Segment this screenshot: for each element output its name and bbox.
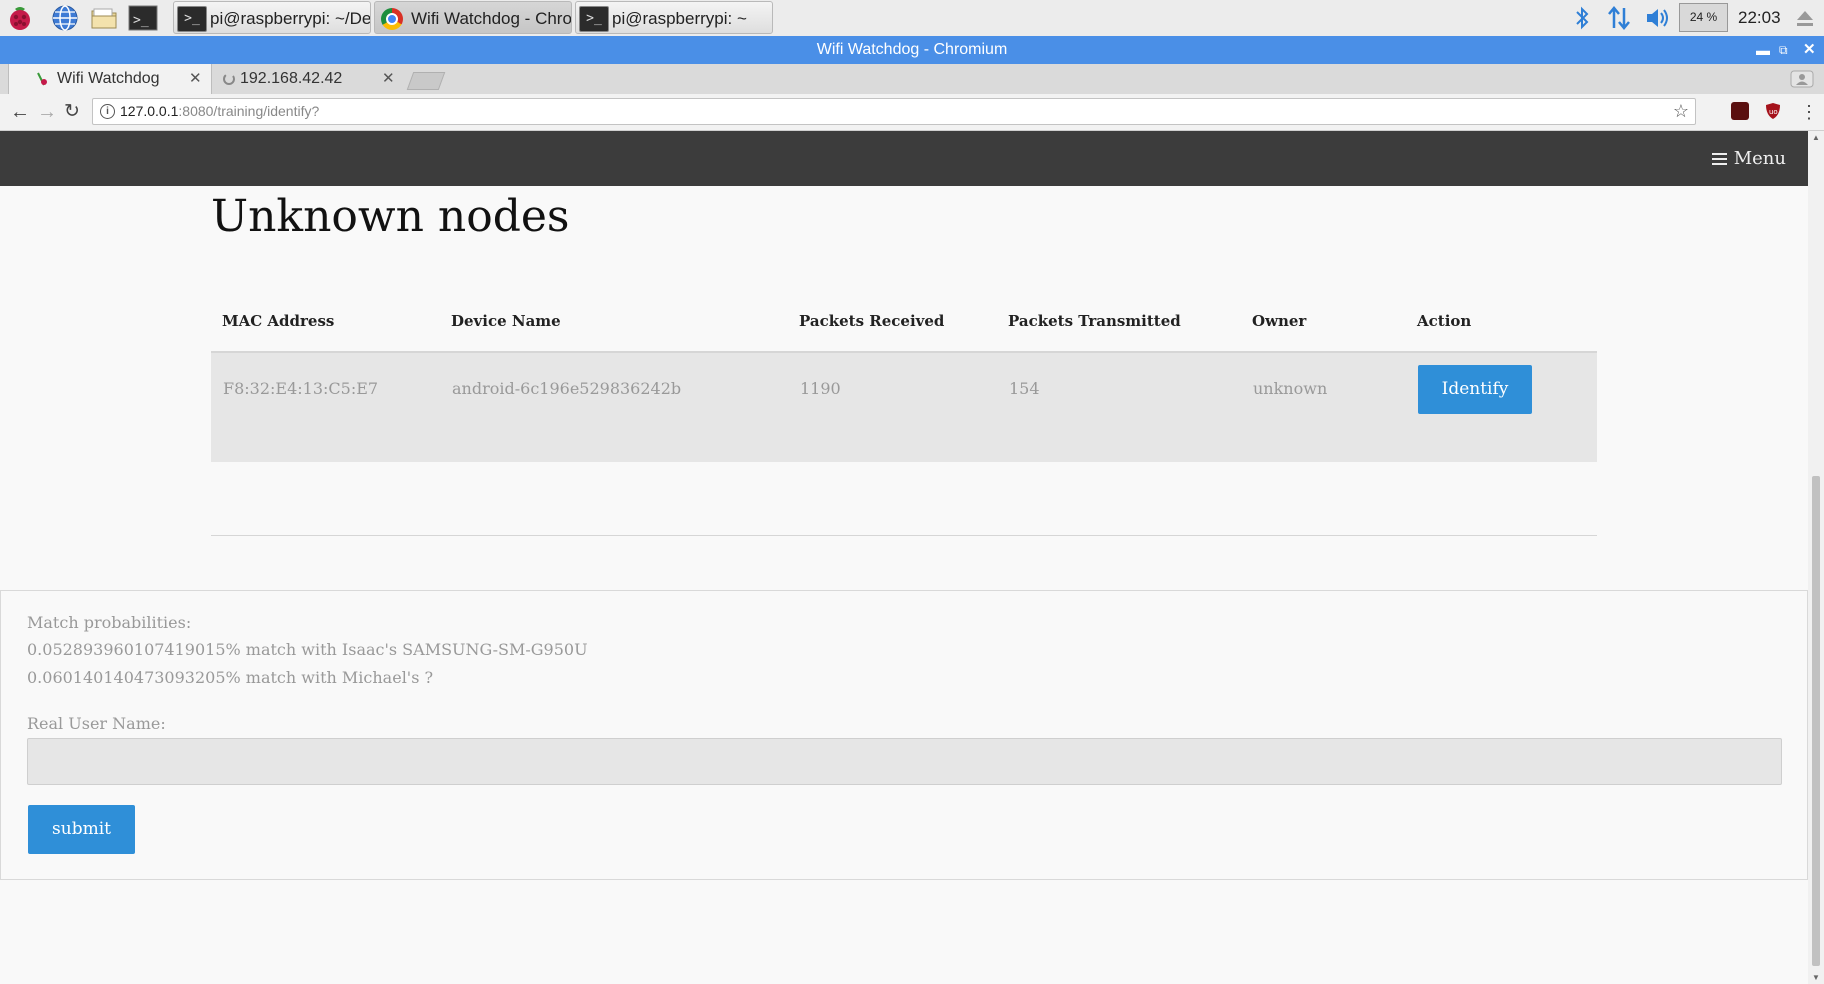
cell-owner: unknown	[1241, 352, 1406, 462]
site-header: Menu	[0, 131, 1808, 186]
table-header-row: MAC Address Device Name Packets Received…	[211, 291, 1597, 353]
profile-icon[interactable]	[1790, 70, 1814, 88]
page-title: Unknown nodes	[211, 191, 570, 242]
window-label: pi@raspberrypi: ~	[612, 9, 747, 28]
unknown-nodes-table: MAC Address Device Name Packets Received…	[211, 291, 1597, 462]
real-user-name-label: Real User Name:	[27, 714, 166, 733]
column-header-packets-transmitted: Packets Transmitted	[997, 291, 1241, 353]
submit-button[interactable]: submit	[28, 805, 135, 854]
cell-mac: F8:32:E4:13:C5:E7	[211, 352, 440, 462]
window-label: pi@raspberrypi: ~/De...	[210, 9, 371, 28]
forward-icon[interactable]: →	[37, 94, 57, 130]
window-title: Wifi Watchdog - Chromium	[816, 41, 1008, 58]
taskbar-window-terminal-2[interactable]: >_ pi@raspberrypi: ~	[575, 1, 773, 34]
cpu-usage: 24 %	[1689, 10, 1718, 24]
close-window-icon[interactable]: ✕	[1803, 36, 1816, 64]
close-tab-icon[interactable]: ✕	[189, 64, 202, 94]
more-menu-icon[interactable]: ⋮	[1800, 94, 1818, 130]
site-info-icon[interactable]: i	[100, 104, 115, 119]
cell-device-name: android-6c196e529836242b	[440, 352, 788, 462]
svg-text:>_: >_	[133, 13, 149, 28]
extension-icon[interactable]	[1731, 102, 1749, 120]
column-header-mac: MAC Address	[211, 291, 440, 353]
terminal-icon: >_	[177, 6, 207, 32]
minimize-icon[interactable]: ▬	[1756, 36, 1770, 64]
cell-packets-transmitted: 154	[997, 352, 1241, 462]
eject-icon[interactable]	[1793, 0, 1817, 36]
hamburger-icon	[1711, 150, 1727, 168]
page-scrollbar[interactable]: ▲ ▼	[1808, 131, 1824, 984]
terminal-icon: >_	[579, 6, 609, 32]
url-text: 127.0.0.1:8080/training/identify?	[120, 99, 319, 124]
loading-favicon-icon	[223, 73, 235, 85]
chromium-icon	[381, 8, 403, 30]
restore-icon[interactable]: ⧉	[1779, 36, 1788, 64]
match-line-1: 0.0528939601074190​15% match with Isaac'…	[27, 640, 588, 659]
cell-packets-received: 1190	[788, 352, 997, 462]
close-tab-icon[interactable]: ✕	[382, 64, 395, 94]
match-line-2: 0.060140140473093205% match with Michael…	[27, 668, 434, 687]
bluetooth-icon[interactable]	[1570, 0, 1594, 36]
web-browser-icon[interactable]	[50, 3, 80, 33]
web-page: Menu Unknown nodes MAC Address Device Na…	[0, 131, 1808, 984]
tab-label: 192.168.42.42	[240, 70, 343, 87]
real-user-name-input[interactable]	[27, 738, 1782, 785]
column-header-packets-received: Packets Received	[788, 291, 997, 353]
taskbar-window-terminal-1[interactable]: >_ pi@raspberrypi: ~/De...	[173, 1, 371, 34]
url-path: :8080/training/identify?	[178, 103, 320, 119]
cpu-monitor[interactable]: 24 %	[1679, 3, 1728, 32]
tab-label: Wifi Watchdog	[57, 70, 160, 87]
column-header-owner: Owner	[1241, 291, 1406, 353]
match-probabilities-title: Match probabilities:	[27, 613, 192, 632]
column-header-device-name: Device Name	[440, 291, 788, 353]
os-taskbar: >_ >_ pi@raspberrypi: ~/De... Wifi Watch…	[0, 0, 1824, 37]
scroll-down-icon[interactable]: ▼	[1812, 973, 1820, 982]
column-header-action: Action	[1406, 291, 1597, 353]
file-manager-icon[interactable]	[89, 3, 119, 33]
divider	[211, 535, 1597, 536]
table-row: F8:32:E4:13:C5:E7 android-6c196e52983624…	[211, 352, 1597, 462]
raspberry-menu-icon[interactable]	[5, 3, 35, 33]
scroll-up-icon[interactable]: ▲	[1812, 133, 1820, 142]
volume-icon[interactable]	[1644, 0, 1672, 36]
menu-button[interactable]: Menu	[1711, 131, 1786, 186]
clock[interactable]: 22:03	[1738, 0, 1781, 36]
match-panel: Match probabilities: 0.0528939601074190​…	[0, 590, 1808, 880]
tab-strip: Wifi Watchdog ✕ 192.168.42.42 ✕	[0, 64, 1824, 94]
browser-toolbar: ← → ↻ i 127.0.0.1:8080/training/identify…	[0, 94, 1824, 131]
address-bar[interactable]: i 127.0.0.1:8080/training/identify? ☆	[92, 98, 1696, 125]
window-label: Wifi Watchdog - Chro...	[411, 9, 572, 28]
new-tab-button[interactable]	[406, 72, 446, 90]
bookmark-star-icon[interactable]: ☆	[1673, 99, 1689, 124]
url-host: 127.0.0.1	[120, 103, 179, 119]
cell-action: Identify	[1406, 352, 1597, 462]
scrollbar-thumb[interactable]	[1812, 476, 1820, 966]
tab-wifi-watchdog[interactable]: Wifi Watchdog ✕	[8, 64, 212, 94]
network-icon[interactable]	[1605, 0, 1633, 36]
taskbar-window-chromium[interactable]: Wifi Watchdog - Chro...	[374, 1, 572, 34]
menu-label: Menu	[1733, 148, 1786, 169]
reload-icon[interactable]: ↻	[64, 94, 80, 130]
browser-title-bar: Wifi Watchdog - Chromium ▬ ⧉ ✕	[0, 36, 1824, 64]
ublock-icon[interactable]: uo	[1764, 102, 1782, 120]
terminal-icon[interactable]: >_	[128, 3, 158, 33]
identify-button[interactable]: Identify	[1418, 365, 1532, 414]
svg-text:uo: uo	[1769, 108, 1778, 116]
back-icon[interactable]: ←	[10, 94, 30, 130]
watchdog-favicon-icon	[37, 72, 47, 86]
tab-192-168-42-42[interactable]: 192.168.42.42 ✕	[214, 64, 410, 94]
